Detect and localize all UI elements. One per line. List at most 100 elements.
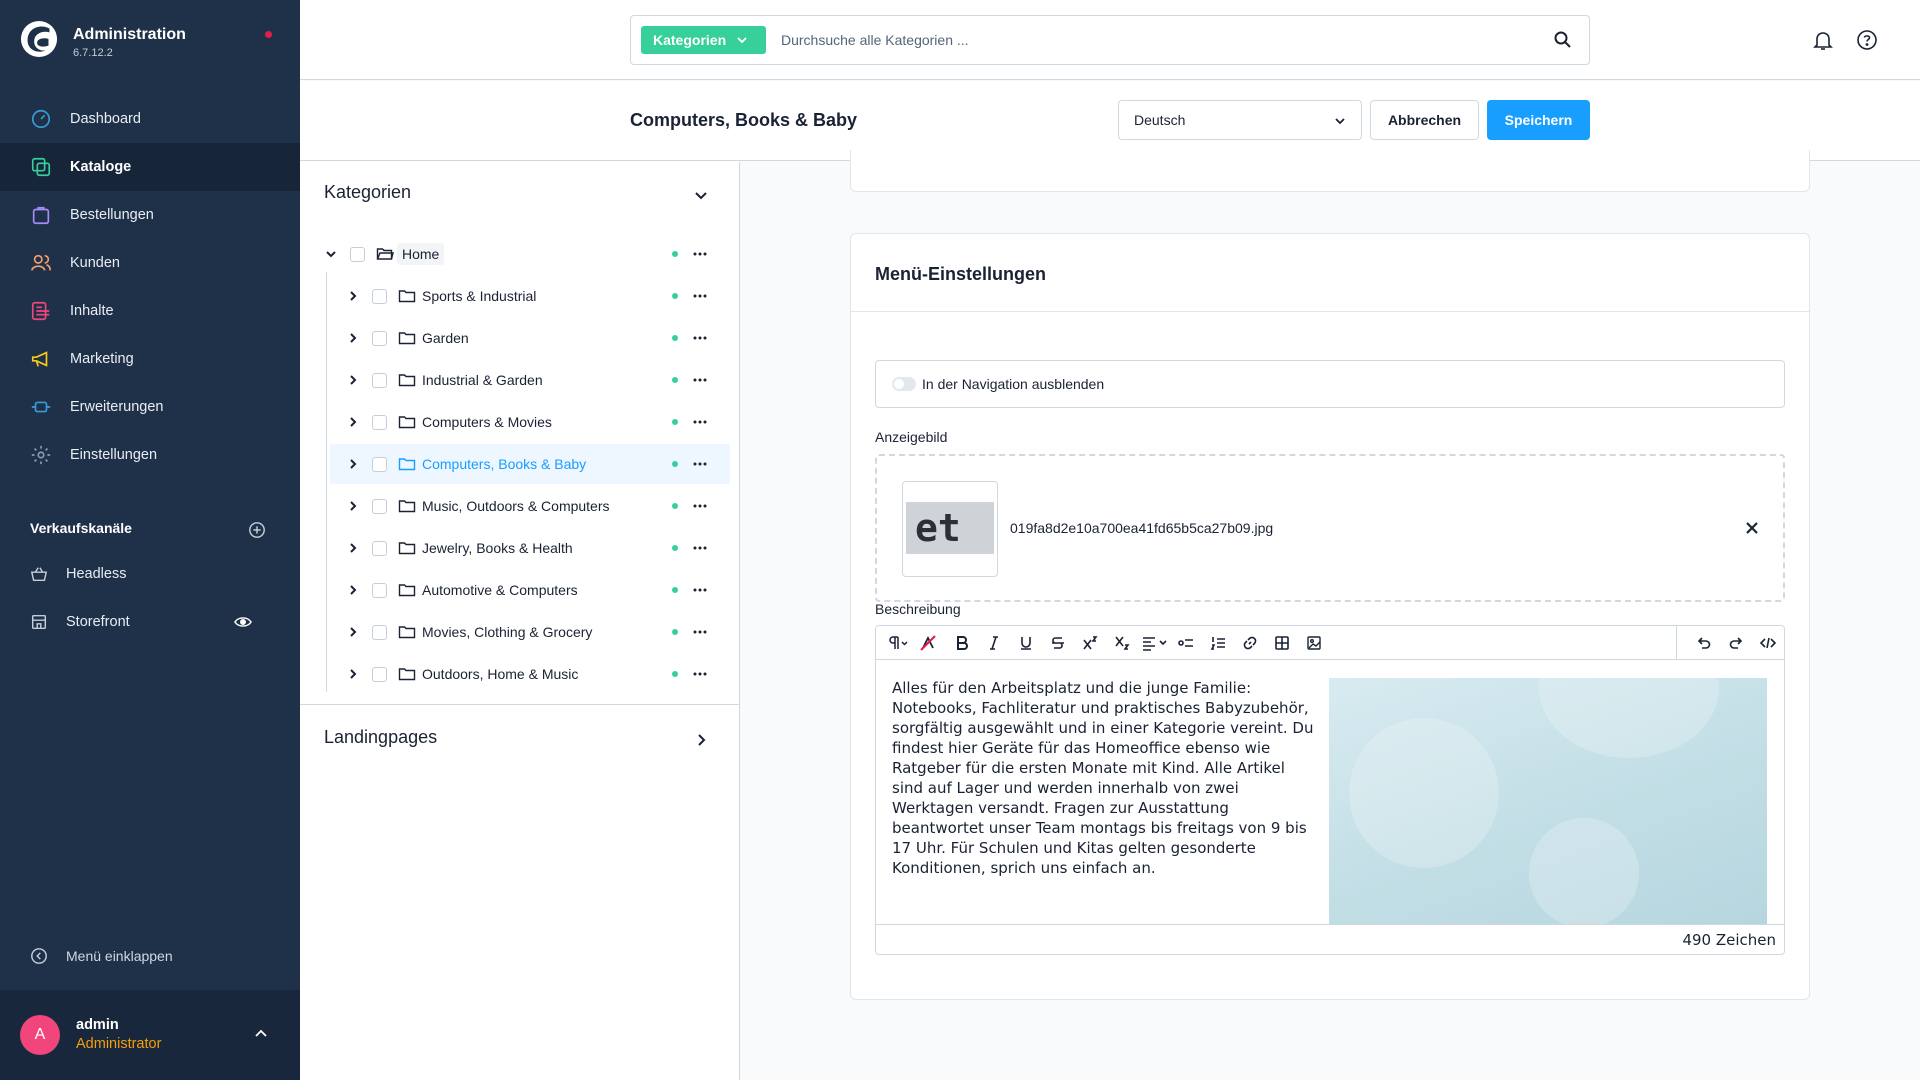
nav-marketing[interactable]: Marketing [0, 335, 300, 383]
more-dots-icon[interactable] [692, 288, 708, 304]
tree-checkbox[interactable] [372, 414, 387, 430]
chevron-down-icon[interactable] [324, 247, 338, 261]
close-icon[interactable] [1745, 521, 1759, 535]
chevron-right-icon[interactable] [346, 373, 360, 387]
nav-bestellungen[interactable]: Bestellungen [0, 191, 300, 239]
character-count: 490 Zeichen [1682, 931, 1776, 949]
more-dots-icon[interactable] [692, 666, 708, 682]
tree-row[interactable]: Sports & Industrial [330, 276, 730, 316]
image-icon[interactable] [1306, 635, 1322, 651]
more-dots-icon[interactable] [692, 330, 708, 346]
tree-row[interactable]: Movies, Clothing & Grocery [330, 612, 730, 652]
align-icon[interactable] [1142, 635, 1170, 651]
tree-row[interactable]: Outdoors, Home & Music [330, 654, 730, 694]
chevron-right-icon[interactable] [346, 667, 360, 681]
more-dots-icon[interactable] [692, 372, 708, 388]
link-icon[interactable] [1242, 635, 1258, 651]
nav-einstellungen[interactable]: Einstellungen [0, 431, 300, 479]
bell-icon[interactable] [1812, 29, 1834, 51]
superscript-icon[interactable] [1082, 635, 1098, 651]
tree-row[interactable]: Jewelry, Books & Health [330, 528, 730, 568]
tree-checkbox[interactable] [372, 498, 387, 514]
nav-kunden[interactable]: Kunden [0, 239, 300, 287]
subscript-icon[interactable] [1114, 635, 1130, 651]
brand[interactable]: Administration 6.7.12.2 [20, 20, 186, 59]
search-icon[interactable] [1553, 30, 1573, 50]
tree-checkbox[interactable] [350, 246, 365, 262]
tree-row[interactable]: Music, Outdoors & Computers [330, 486, 730, 526]
code-view-icon[interactable] [1760, 635, 1776, 651]
more-dots-icon[interactable] [692, 624, 708, 640]
italic-icon[interactable] [986, 635, 1002, 651]
more-dots-icon[interactable] [692, 414, 708, 430]
add-circle-icon[interactable] [248, 521, 266, 539]
sales-channel-headless[interactable]: Headless [0, 554, 300, 594]
toggle-switch[interactable] [892, 377, 916, 391]
tree-checkbox[interactable] [372, 540, 387, 556]
more-dots-icon[interactable] [692, 456, 708, 472]
tree-label: Industrial & Garden [422, 372, 543, 388]
tree-checkbox[interactable] [372, 624, 387, 640]
tree-label: Music, Outdoors & Computers [422, 498, 610, 514]
bullet-list-icon[interactable] [1178, 635, 1194, 651]
tree-checkbox[interactable] [372, 456, 387, 472]
tree-row[interactable]: Computers, Books & Baby [330, 444, 730, 484]
nav-dashboard[interactable]: Dashboard [0, 95, 300, 143]
nav-erweiterungen[interactable]: Erweiterungen [0, 383, 300, 431]
cancel-button[interactable]: Abbrechen [1370, 100, 1479, 140]
editor-content[interactable]: Alles für den Arbeitsplatz und die junge… [892, 678, 1314, 878]
folder-open-icon [376, 248, 394, 260]
tree-row[interactable]: Computers & Movies [330, 402, 730, 442]
text-color-icon[interactable] [920, 635, 936, 651]
strikethrough-icon[interactable] [1050, 635, 1066, 651]
chevron-up-icon[interactable] [253, 1026, 269, 1042]
underline-icon[interactable] [1018, 635, 1034, 651]
more-dots-icon[interactable] [692, 540, 708, 556]
tree-row[interactable]: Automotive & Computers [330, 570, 730, 610]
search-input[interactable] [781, 26, 1541, 54]
chevron-right-icon[interactable] [346, 289, 360, 303]
hide-in-navigation-toggle[interactable]: In der Navigation ausblenden [875, 360, 1785, 408]
search-type-dropdown[interactable]: Kategorien [641, 26, 766, 54]
chevron-right-icon[interactable] [346, 625, 360, 639]
more-dots-icon[interactable] [692, 498, 708, 514]
language-select[interactable]: Deutsch [1118, 100, 1362, 140]
image-upload-area[interactable]: et 019fa8d2e10a700ea41fd65b5ca27b09.jpg [875, 454, 1785, 602]
nav-inhalte[interactable]: Inhalte [0, 287, 300, 335]
tree-checkbox[interactable] [372, 372, 387, 388]
paragraph-format-icon[interactable] [886, 635, 910, 651]
tree-checkbox[interactable] [372, 582, 387, 598]
user-menu[interactable]: A admin Administrator [0, 990, 300, 1080]
tree-checkbox[interactable] [372, 666, 387, 682]
chevron-down-icon[interactable] [693, 187, 709, 203]
table-icon[interactable] [1274, 635, 1290, 651]
more-dots-icon[interactable] [692, 582, 708, 598]
chevron-right-icon[interactable] [346, 457, 360, 471]
card-title: Menü-Einstellungen [875, 264, 1046, 284]
tree-row[interactable]: Industrial & Garden [330, 360, 730, 400]
redo-icon[interactable] [1728, 635, 1744, 651]
numbered-list-icon[interactable] [1210, 635, 1226, 651]
previous-card [850, 150, 1810, 192]
more-dots-icon[interactable] [692, 246, 708, 262]
chevron-right-icon[interactable] [346, 541, 360, 555]
nav-kataloge[interactable]: Kataloge [0, 143, 300, 191]
tree-checkbox[interactable] [372, 330, 387, 346]
chevron-right-icon[interactable] [346, 331, 360, 345]
help-icon[interactable] [1856, 29, 1878, 51]
collapse-menu-button[interactable]: Menü einklappen [30, 947, 173, 965]
save-button[interactable]: Speichern [1487, 100, 1590, 140]
eye-icon[interactable] [234, 613, 252, 631]
undo-icon[interactable] [1696, 635, 1712, 651]
tree-checkbox[interactable] [372, 288, 387, 304]
bold-icon[interactable] [954, 635, 970, 651]
global-search: Kategorien [630, 15, 1590, 65]
gear-icon [31, 445, 51, 465]
chevron-right-icon[interactable] [346, 415, 360, 429]
chevron-right-icon[interactable] [346, 583, 360, 597]
tree-row-root[interactable]: Home [326, 234, 730, 274]
chevron-right-icon[interactable] [346, 499, 360, 513]
chevron-right-icon[interactable] [693, 732, 709, 748]
sales-channel-storefront[interactable]: Storefront [0, 602, 300, 642]
tree-row[interactable]: Garden [330, 318, 730, 358]
